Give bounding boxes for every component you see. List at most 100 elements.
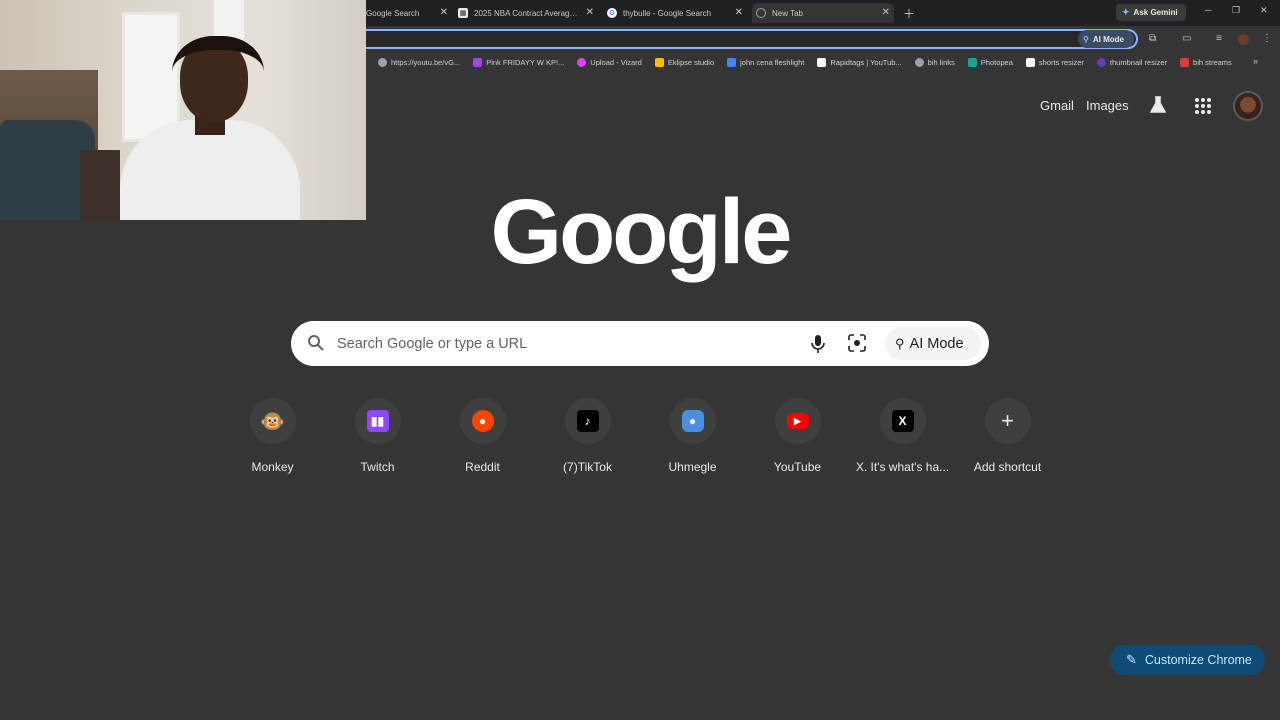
sidepanel-icon[interactable]: ▭ [1182,33,1191,44]
ai-search-icon: ⚲ [895,335,905,351]
shortcut-tile: ♪ [564,398,611,444]
bookmark-item[interactable]: shorts resizer [1025,57,1084,67]
bookmark-favicon-icon [1025,57,1035,67]
close-icon[interactable]: ✕ [882,7,890,18]
bookmark-label: thumbnail resizer [1109,57,1168,67]
bookmark-label: Photopea [980,57,1013,67]
rapidtags-icon [817,57,827,67]
bookmark-label: Upload - Vizard [590,57,642,67]
customize-chrome-label: Customize Chrome [1144,653,1252,667]
new-tab-plus-icon[interactable]: ＋ [903,5,915,22]
tab-title: New Tab [772,8,803,18]
globe-icon [378,57,388,67]
images-link[interactable]: Images [1086,98,1129,113]
bookmark-favicon-icon [473,57,483,67]
shortcut-label: Twitch [360,460,395,474]
chrome-icon [756,8,766,18]
x-icon: X [891,410,914,432]
eklipse-icon [654,57,664,67]
webcam-person-hair [172,36,264,116]
shortcut-twitch[interactable]: ▮▮ Twitch [325,398,430,474]
plus-icon: + [1001,408,1014,433]
media-icon[interactable]: ≡ [1216,33,1222,44]
window-close-icon[interactable]: ✕ [1260,5,1268,16]
tab-thybulle[interactable]: G thybulle - Google Search ✕ [607,3,743,23]
search-box[interactable]: ⚲ AI Mode [291,321,989,366]
close-icon[interactable]: ✕ [440,7,448,18]
bookmarks-overflow-icon[interactable]: » [1253,56,1258,66]
shortcut-youtube[interactable]: ▶ YouTube [745,398,850,474]
google-apps-icon[interactable] [1195,98,1211,114]
minimize-icon[interactable]: ─ [1205,5,1211,15]
sheet-icon: ▦ [458,8,468,18]
bookmark-item[interactable]: john cena fleshlight [727,57,805,67]
google-lens-icon[interactable] [848,334,866,352]
close-icon[interactable]: ✕ [586,7,594,18]
youtube-icon: ▶ [786,413,809,429]
shortcut-label: Uhmegle [668,460,717,474]
restore-icon[interactable]: ❐ [1232,5,1240,16]
bookmark-label: shorts resizer [1038,57,1084,67]
shortcut-tile: ● [669,398,716,444]
profile-avatar-small[interactable] [1238,34,1249,45]
tab-title: Google Search [366,8,420,18]
bookmark-item[interactable]: bih links [914,57,955,67]
bookmark-item[interactable]: Photopea [967,57,1013,67]
ai-search-icon: ⚲ [1083,34,1089,44]
tab-google-search[interactable]: Google Search ✕ [366,3,448,23]
menu-dots-icon[interactable]: ⋮ [1262,33,1272,44]
shortcut-uhmegle[interactable]: ● Uhmegle [640,398,745,474]
shortcut-tile: ▶ [774,398,821,444]
gmail-link[interactable]: Gmail [1040,98,1074,113]
customize-chrome-button[interactable]: ✎ Customize Chrome [1110,645,1265,675]
gemini-spark-icon: ✦ [1122,7,1130,17]
bookmark-favicon-icon [1180,57,1190,67]
bookmark-item[interactable]: thumbnail resizer [1096,57,1168,67]
add-shortcut-button[interactable]: + Add shortcut [955,398,1060,474]
bookmark-label: bih streams [1193,57,1232,67]
shortcut-tile: X [879,398,926,444]
ask-gemini-label: Ask Gemini [1133,8,1178,17]
vizard-icon [577,57,587,67]
search-icon [308,335,324,351]
shortcut-tile: ● [459,398,506,444]
shortcut-tile: 🐵 [249,398,296,444]
ai-mode-label: AI Mode [909,335,964,352]
shortcut-monkey[interactable]: 🐵 Monkey [220,398,325,474]
tab-new-tab[interactable]: New Tab ✕ [752,3,894,23]
close-icon[interactable]: ✕ [735,7,743,18]
browser-window: Google Search ✕ ▦ 2025 NBA Contract Aver… [0,0,1280,720]
bookmark-label: https://youtu.be/vG... [391,57,461,67]
shortcut-tiktok[interactable]: ♪ (7)TikTok [535,398,640,474]
shortcut-x[interactable]: X X. It's what's ha... [850,398,955,474]
bookmark-label: john cena fleshlight [740,57,805,67]
tiktok-icon: ♪ [576,410,599,432]
shortcut-reddit[interactable]: ● Reddit [430,398,535,474]
omnibox-ai-mode-button[interactable]: ⚲ AI Mode [1078,30,1134,48]
bookmark-label: bih links [927,57,955,67]
profile-avatar[interactable] [1233,91,1263,121]
shortcut-label: YouTube [773,460,822,474]
extensions-icon[interactable]: ⧉ [1149,33,1156,44]
bookmark-favicon-icon [1096,57,1106,67]
tab-nba-contracts[interactable]: ▦ 2025 NBA Contract Average Ra ✕ [458,3,594,23]
bookmark-item[interactable]: Upload - Vizard [577,57,642,67]
shortcut-label: (7)TikTok [563,460,612,474]
shortcut-tile: + [984,398,1031,444]
bookmark-label: Pink FRIDAYY W KP!... [486,57,565,67]
bookmark-item[interactable]: bih streams [1180,57,1232,67]
uhmegle-icon: ● [681,410,704,432]
search-input[interactable] [337,333,757,355]
bookmark-favicon-icon [727,57,737,67]
microphone-icon[interactable] [811,334,825,354]
labs-flask-icon[interactable] [1150,96,1166,114]
bookmark-item[interactable]: https://youtu.be/vG... [378,57,461,67]
ai-mode-label: AI Mode [1092,34,1124,44]
monkey-icon: 🐵 [260,410,285,433]
ask-gemini-button[interactable]: ✦ Ask Gemini [1116,4,1186,21]
bookmark-item[interactable]: Rapidtags | YouTub... [817,57,902,67]
ai-mode-button[interactable]: ⚲ AI Mode [885,327,981,360]
bookmark-item[interactable]: Eklipse studio [654,57,714,67]
bookmark-item[interactable]: Pink FRIDAYY W KP!... [473,57,565,67]
reddit-icon: ● [471,410,494,432]
